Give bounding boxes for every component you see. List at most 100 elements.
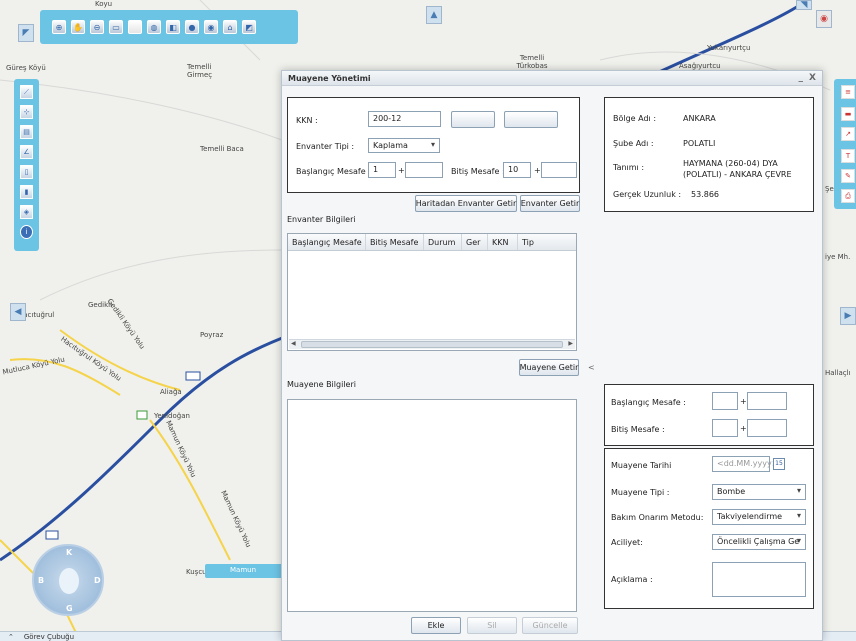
map-label: iye Mh. xyxy=(825,253,851,261)
haritadan-envanter-getir-button[interactable]: Haritadan Envanter Getir xyxy=(415,195,517,212)
horizontal-scrollbar[interactable]: ◀ ▶ xyxy=(289,339,575,349)
gercek-uzunluk-value: 53.866 xyxy=(691,190,719,199)
aciklama-textarea[interactable] xyxy=(712,562,806,597)
kkn-input[interactable]: 200-12 xyxy=(368,111,441,127)
close-button[interactable]: X xyxy=(809,73,816,83)
bakim-onarim-metodu-select[interactable]: Takviyelendirme xyxy=(712,509,806,525)
muayene-getir-button[interactable]: Muayene Getir xyxy=(519,359,579,376)
envanter-grid[interactable]: Başlangıç Mesafe Bitiş Mesafe Durum Ger … xyxy=(287,233,577,351)
map-label: Yukarıyurtçu xyxy=(707,44,751,52)
print-icon[interactable]: ⎙ xyxy=(841,189,855,203)
scroll-left-icon[interactable]: ◀ xyxy=(291,340,296,347)
yola-yaklas-button[interactable] xyxy=(504,111,558,128)
pan-hand-icon[interactable]: ✋ xyxy=(71,20,85,34)
kkn-label: KKN : xyxy=(296,116,318,125)
draw-area-icon[interactable]: ▤ xyxy=(20,125,33,139)
gercek-uzunluk-label: Gerçek Uzunluk : xyxy=(613,190,682,199)
envanter-tipi-select[interactable]: Kaplama xyxy=(368,138,440,153)
compass-north[interactable]: K xyxy=(66,548,72,557)
layers-icon[interactable]: ◧ xyxy=(166,20,180,34)
baslangic-km-input[interactable]: 1 xyxy=(368,162,396,178)
muayene-tarihi-input[interactable]: <dd.MM.yyyy> xyxy=(712,456,778,472)
compass-east[interactable]: D xyxy=(94,576,101,585)
muayene-tipi-select[interactable]: Bombe xyxy=(712,484,806,500)
route-marker xyxy=(136,410,148,420)
pen-icon[interactable]: ✎ xyxy=(841,169,855,183)
aciliyet-select[interactable]: Öncelikli Çalışma Ge xyxy=(712,534,806,550)
muayene-tarihi-label: Muayene Tarihi xyxy=(611,461,672,470)
baslangic-mesafe-label: Başlangıç Mesafe : xyxy=(296,167,371,176)
measure-icon[interactable]: ◩ xyxy=(242,20,256,34)
bitis-km-input[interactable]: 10 xyxy=(503,162,531,178)
record-icon[interactable]: ◉ xyxy=(816,10,832,28)
column-header[interactable]: Tip xyxy=(518,234,574,250)
compass-west[interactable]: B xyxy=(38,576,44,585)
text-icon[interactable]: T xyxy=(841,149,855,163)
column-header[interactable]: Bitiş Mesafe xyxy=(366,234,424,250)
minor-road-3 xyxy=(39,249,283,301)
tanimi-label: Tanımı : xyxy=(613,163,645,172)
ekle-button[interactable]: Ekle xyxy=(411,617,461,634)
map-corner-arrow-icon[interactable]: ◥ xyxy=(796,0,812,10)
sil-button[interactable]: Sil xyxy=(467,617,517,634)
column-header[interactable]: KKN xyxy=(488,234,518,250)
world-icon[interactable]: ● xyxy=(185,20,199,34)
envanter-getir-button[interactable]: Envanter Getir xyxy=(520,195,580,212)
bookmark-icon[interactable]: ▮ xyxy=(20,185,33,199)
scroll-thumb[interactable] xyxy=(301,341,563,348)
pan-left-icon[interactable]: ◀ xyxy=(10,303,26,321)
map-label: Poyraz xyxy=(200,331,224,339)
map-label: Temelli Baca xyxy=(200,145,244,153)
minimize-button[interactable]: _ xyxy=(799,73,804,83)
draw-point-icon[interactable]: ⊹ xyxy=(20,105,33,119)
zoom-out-icon[interactable]: ⊖ xyxy=(90,20,104,34)
dialog-title-bar[interactable]: Muayene Yönetimi _ X xyxy=(282,71,822,86)
arrow-red-icon[interactable]: ↗ xyxy=(841,127,855,141)
bitis-m-input[interactable] xyxy=(541,162,577,178)
tanimi-value-line2: (POLATLI) - ANKARA ÇEVRE xyxy=(683,170,792,179)
tanimi-value-line1: HAYMANA (260-04) DYA xyxy=(683,159,778,168)
column-header[interactable]: Durum xyxy=(424,234,462,250)
map-label: Yenidoğan xyxy=(154,412,190,420)
zoom-in-icon[interactable]: ⊕ xyxy=(52,20,66,34)
legend-icon[interactable]: ≡ xyxy=(841,85,855,99)
map-pin-icon[interactable]: ◉ xyxy=(204,20,218,34)
column-header[interactable]: Başlangıç Mesafe xyxy=(288,234,366,250)
taskbar-expand-icon[interactable]: ⌃ xyxy=(8,633,14,641)
compass-south[interactable]: G xyxy=(66,604,73,613)
globe-icon[interactable]: ◍ xyxy=(147,20,161,34)
guncelle-button[interactable]: Güncelle xyxy=(522,617,578,634)
bar-icon[interactable]: ▬ xyxy=(841,107,855,121)
envanter-tipi-label: Envanter Tipi : xyxy=(296,142,355,151)
map-label: Temelli Türkobas xyxy=(516,54,548,70)
draw-line-icon[interactable]: ⟋ xyxy=(20,85,33,99)
blank-tool-icon[interactable] xyxy=(128,20,142,34)
right-toolbar: ≡ ▬ ↗ T ✎ ⎙ xyxy=(834,79,856,209)
pan-up-icon[interactable]: ▲ xyxy=(426,6,442,24)
aciliyet-label: Aciliyet: xyxy=(611,538,643,547)
nav-arrow-icon[interactable]: ◤ xyxy=(18,24,34,42)
compass-center[interactable] xyxy=(59,568,79,594)
taskbar-label[interactable]: Görev Çubuğu xyxy=(24,633,74,641)
muayene-grid[interactable] xyxy=(287,399,577,612)
baslangic-m-input[interactable] xyxy=(405,162,443,178)
tower-icon[interactable]: ⌂ xyxy=(223,20,237,34)
info-icon[interactable]: i xyxy=(20,225,33,239)
pan-right-icon[interactable]: ▶ xyxy=(840,307,856,325)
compass-navigator[interactable]: K G B D xyxy=(32,544,104,616)
mesafe-bitis-km-input[interactable] xyxy=(712,419,738,437)
eraser-icon[interactable]: ▯ xyxy=(20,165,33,179)
dialog-title: Muayene Yönetimi xyxy=(288,74,371,83)
calendar-icon[interactable]: 15 xyxy=(773,458,785,470)
bakim-onarim-metodu-label: Bakım Onarım Metodu: xyxy=(611,513,704,522)
full-extent-icon[interactable]: ▭ xyxy=(109,20,123,34)
mesafe-bitis-m-input[interactable] xyxy=(747,419,787,437)
yol-getir-button[interactable] xyxy=(451,111,495,128)
scroll-right-icon[interactable]: ▶ xyxy=(568,340,573,347)
column-header[interactable]: Ger xyxy=(462,234,488,250)
measure-angle-icon[interactable]: ∠ xyxy=(20,145,33,159)
mesafe-baslangic-km-input[interactable] xyxy=(712,392,738,410)
panel-splitter-collapse[interactable]: < xyxy=(588,363,595,372)
network-icon[interactable]: ◈ xyxy=(20,205,33,219)
mesafe-baslangic-m-input[interactable] xyxy=(747,392,787,410)
